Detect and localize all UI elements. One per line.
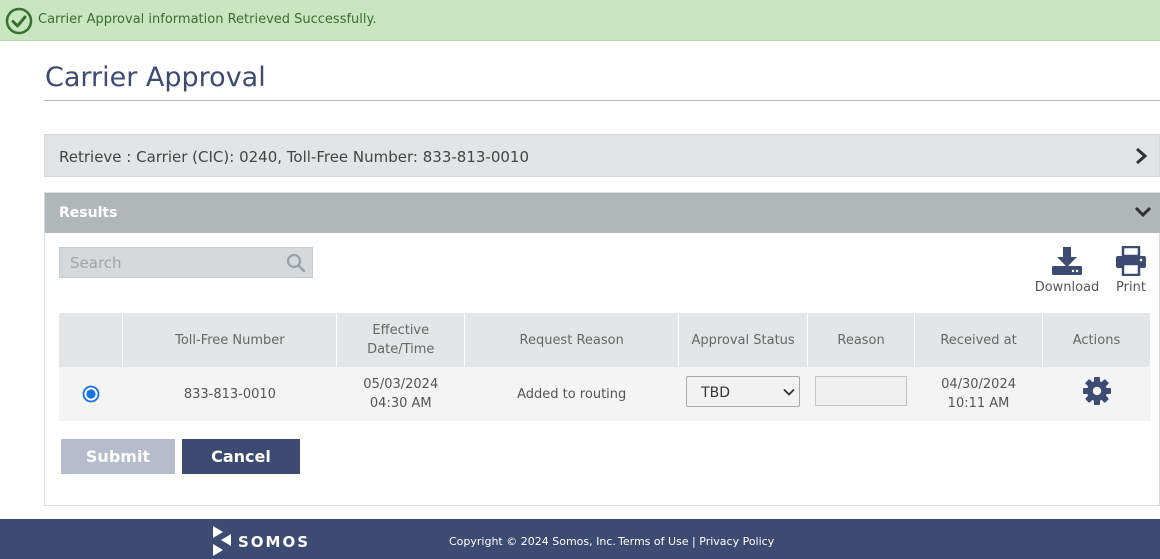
actions-cell bbox=[1042, 367, 1151, 421]
results-title: Results bbox=[59, 205, 118, 221]
effective-date-cell: 05/03/2024 04:30 AM bbox=[336, 367, 465, 421]
success-message: Carrier Approval information Retrieved S… bbox=[38, 12, 377, 27]
search-input[interactable] bbox=[60, 248, 280, 277]
title-divider bbox=[44, 100, 1160, 101]
row-select-cell bbox=[59, 367, 123, 421]
print-icon bbox=[1116, 246, 1146, 276]
success-banner: Carrier Approval information Retrieved S… bbox=[0, 0, 1160, 41]
table-header-row: Toll-Free Number Effective Date/Time Req… bbox=[59, 313, 1151, 367]
col-effective-date-time[interactable]: Effective Date/Time bbox=[336, 313, 466, 367]
reason-cell bbox=[807, 367, 915, 421]
somos-logo-icon bbox=[213, 526, 231, 556]
results-table: Toll-Free Number Effective Date/Time Req… bbox=[59, 313, 1151, 421]
gear-icon[interactable] bbox=[1082, 376, 1112, 406]
approval-status-value: TBD bbox=[701, 384, 731, 401]
footer-brand: SOMOS bbox=[238, 533, 311, 551]
cancel-button[interactable]: Cancel bbox=[182, 439, 300, 474]
col-received-at[interactable]: Received at bbox=[914, 313, 1044, 367]
chevron-down-icon[interactable] bbox=[1133, 204, 1153, 220]
footer-links: Terms of Use | Privacy Policy bbox=[618, 535, 774, 548]
footer-copyright: Copyright © 2024 Somos, Inc. bbox=[449, 535, 616, 548]
effective-time: 04:30 AM bbox=[369, 396, 432, 411]
search-icon[interactable] bbox=[286, 253, 306, 273]
download-button[interactable]: Download bbox=[1029, 246, 1105, 295]
col-approval-status[interactable]: Approval Status bbox=[678, 313, 809, 367]
footer: SOMOS Copyright © 2024 Somos, Inc. Terms… bbox=[0, 519, 1160, 559]
reason-input[interactable] bbox=[815, 376, 908, 406]
col-effective-line1: Effective bbox=[372, 323, 430, 338]
table-row: 833-813-0010 05/03/2024 04:30 AM Added t… bbox=[59, 367, 1151, 421]
terms-link[interactable]: Terms of Use bbox=[618, 535, 689, 548]
request-reason-cell: Added to routing bbox=[464, 367, 679, 421]
footer-separator: | bbox=[692, 535, 696, 548]
approval-status-select[interactable]: TBD bbox=[686, 375, 801, 407]
check-circle-icon bbox=[5, 7, 33, 35]
download-icon bbox=[1052, 247, 1082, 275]
page-title: Carrier Approval bbox=[45, 62, 266, 93]
col-select bbox=[59, 313, 124, 367]
col-effective-line2: Date/Time bbox=[367, 342, 435, 357]
col-request-reason[interactable]: Request Reason bbox=[464, 313, 680, 367]
submit-button[interactable]: Submit bbox=[61, 439, 175, 474]
privacy-link[interactable]: Privacy Policy bbox=[699, 535, 774, 548]
search-box bbox=[59, 247, 313, 278]
received-date: 04/30/2024 bbox=[941, 377, 1016, 392]
received-time: 10:11 AM bbox=[947, 396, 1010, 411]
col-toll-free-number[interactable]: Toll-Free Number bbox=[122, 313, 338, 367]
results-section-header[interactable]: Results bbox=[45, 193, 1160, 233]
print-button[interactable]: Print bbox=[1109, 246, 1153, 295]
effective-date: 05/03/2024 bbox=[363, 377, 439, 392]
retrieve-summary: Retrieve : Carrier (CIC): 0240, Toll-Fre… bbox=[59, 148, 530, 166]
received-at-cell: 04/30/2024 10:11 AM bbox=[914, 367, 1043, 421]
toll-free-number-cell: 833-813-0010 bbox=[122, 367, 337, 421]
row-radio-button[interactable] bbox=[82, 385, 100, 403]
results-panel: Results Download Print bbox=[44, 192, 1160, 506]
chevron-right-icon[interactable] bbox=[1133, 147, 1149, 165]
approval-status-cell: TBD bbox=[678, 367, 808, 421]
download-label: Download bbox=[1034, 280, 1100, 295]
print-label: Print bbox=[1116, 280, 1146, 295]
col-actions: Actions bbox=[1042, 313, 1151, 367]
col-reason[interactable]: Reason bbox=[807, 313, 916, 367]
retrieve-section-header[interactable]: Retrieve : Carrier (CIC): 0240, Toll-Fre… bbox=[44, 134, 1160, 177]
chevron-down-icon bbox=[783, 388, 795, 396]
